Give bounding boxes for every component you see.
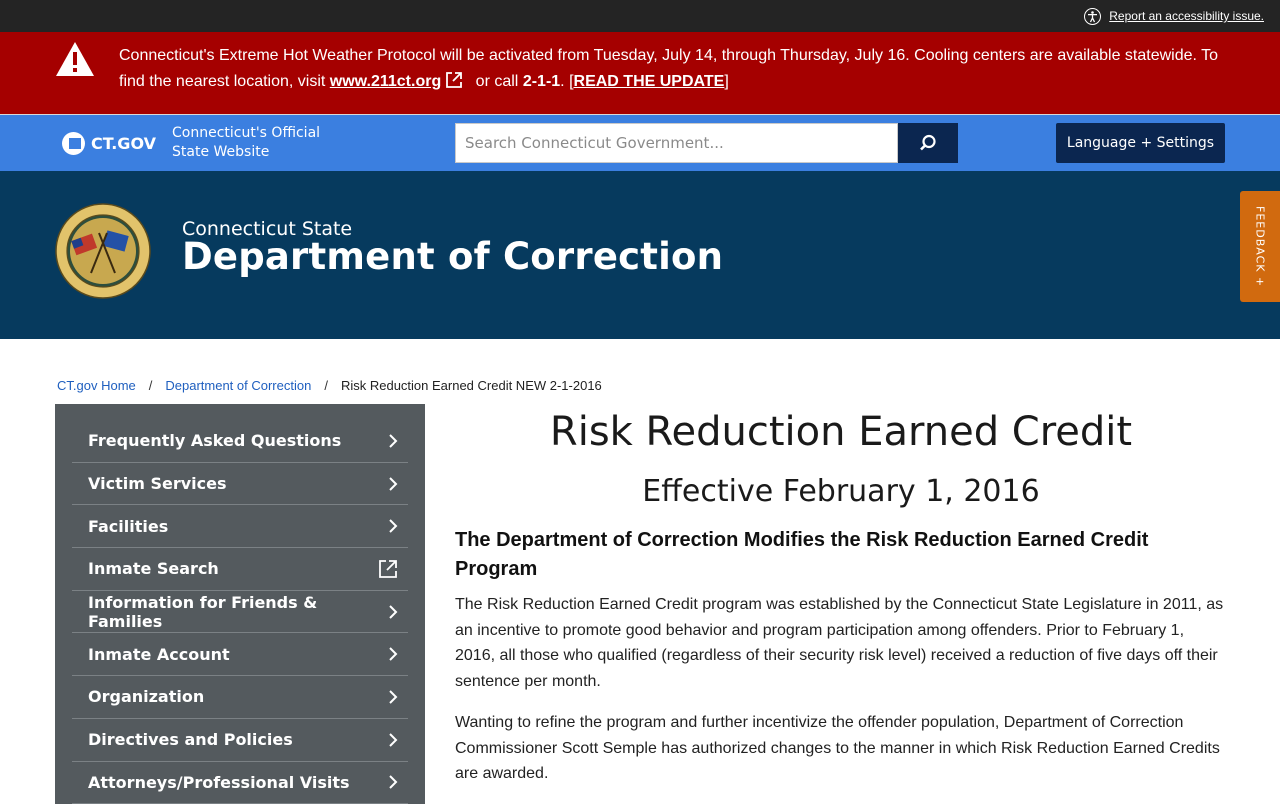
- chevron-right-icon: [388, 732, 398, 748]
- read-update-link[interactable]: READ THE UPDATE: [574, 73, 725, 90]
- ct-gov-tagline: Connecticut's Official State Website: [172, 124, 320, 162]
- sidebar-item-organization[interactable]: Organization: [72, 676, 408, 719]
- search-form: [455, 123, 958, 163]
- sidebar-item-label: Facilities: [88, 517, 168, 536]
- sidebar-item-facilities[interactable]: Facilities: [72, 505, 408, 548]
- department-seal-icon: [55, 203, 151, 299]
- utility-bar: Report an accessibility issue.: [0, 0, 1280, 32]
- body-paragraph: Wanting to refine the program and furthe…: [455, 710, 1227, 787]
- tagline-line-1: Connecticut's Official: [172, 124, 320, 143]
- feedback-label: FEEDBACK +: [1254, 206, 1267, 287]
- accessibility-link-label: Report an accessibility issue.: [1109, 9, 1264, 23]
- tagline-line-2: State Website: [172, 143, 320, 162]
- breadcrumb-separator: /: [324, 378, 328, 393]
- breadcrumb-home-link[interactable]: CT.gov Home: [57, 378, 136, 393]
- sidebar-nav: Frequently Asked Questions Victim Servic…: [55, 404, 425, 804]
- sidebar-item-inmate-search[interactable]: Inmate Search: [72, 548, 408, 591]
- chevron-right-icon: [388, 604, 398, 620]
- sidebar-item-victim-services[interactable]: Victim Services: [72, 463, 408, 506]
- main-content: Risk Reduction Earned Credit Effective F…: [455, 405, 1227, 787]
- accessibility-report-link[interactable]: Report an accessibility issue.: [1084, 8, 1264, 25]
- external-link-icon: [445, 71, 463, 89]
- chevron-right-icon: [388, 774, 398, 790]
- chevron-right-icon: [388, 518, 398, 534]
- sidebar-item-friends-families[interactable]: Information for Friends & Families: [72, 591, 408, 634]
- language-settings-button[interactable]: Language + Settings: [1056, 123, 1225, 163]
- agency-header: Connecticut State Department of Correcti…: [0, 171, 1280, 339]
- breadcrumb-current: Risk Reduction Earned Credit NEW 2-1-201…: [341, 378, 602, 393]
- chevron-right-icon: [388, 689, 398, 705]
- sidebar-item-label: Frequently Asked Questions: [88, 431, 341, 450]
- sidebar-item-label: Directives and Policies: [88, 730, 293, 749]
- external-link-icon: [378, 559, 398, 579]
- accessibility-icon: [1084, 8, 1101, 25]
- chevron-right-icon: [388, 476, 398, 492]
- section-heading: The Department of Correction Modifies th…: [455, 526, 1227, 584]
- breadcrumb-department-link[interactable]: Department of Correction: [165, 378, 311, 393]
- search-button[interactable]: [898, 123, 958, 163]
- feedback-tab[interactable]: FEEDBACK +: [1240, 191, 1280, 302]
- ct-gov-logo[interactable]: CT.GOV: [62, 132, 156, 155]
- alert-banner: Connecticut's Extreme Hot Weather Protoc…: [0, 32, 1280, 115]
- warning-icon: [55, 41, 95, 77]
- chevron-right-icon: [388, 433, 398, 449]
- sidebar-item-label: Inmate Account: [88, 645, 230, 664]
- sidebar-item-label: Information for Friends & Families: [88, 593, 388, 631]
- ct-gov-bar: CT.GOV Connecticut's Official State Webs…: [0, 115, 1280, 171]
- agency-title[interactable]: Department of Correction: [182, 235, 723, 278]
- sidebar-item-faq[interactable]: Frequently Asked Questions: [72, 420, 408, 463]
- alert-close-bracket: ]: [724, 73, 728, 90]
- body-paragraph: The Risk Reduction Earned Credit program…: [455, 592, 1227, 695]
- ct-gov-logo-icon: [62, 132, 85, 155]
- ct-gov-logo-text: CT.GOV: [91, 134, 156, 153]
- sidebar-item-label: Attorneys/Professional Visits: [88, 773, 350, 792]
- breadcrumb: CT.gov Home / Department of Correction /…: [57, 378, 602, 393]
- sidebar-item-attorneys-visits[interactable]: Attorneys/Professional Visits: [72, 762, 408, 804]
- sidebar-item-inmate-account[interactable]: Inmate Account: [72, 633, 408, 676]
- alert-phone: 2-1-1: [523, 73, 560, 90]
- sidebar-item-label: Victim Services: [88, 474, 226, 493]
- alert-211-link-label: www.211ct.org: [330, 73, 441, 90]
- page-subtitle: Effective February 1, 2016: [455, 472, 1227, 512]
- alert-message: Connecticut's Extreme Hot Weather Protoc…: [119, 43, 1240, 95]
- chevron-right-icon: [388, 646, 398, 662]
- sidebar-item-label: Organization: [88, 687, 204, 706]
- search-icon: [919, 134, 937, 152]
- alert-text-after: . [: [560, 73, 573, 90]
- sidebar-item-label: Inmate Search: [88, 559, 219, 578]
- search-input[interactable]: [455, 123, 898, 163]
- sidebar-item-directives-policies[interactable]: Directives and Policies: [72, 719, 408, 762]
- page-title: Risk Reduction Earned Credit: [455, 405, 1227, 459]
- alert-211-link[interactable]: www.211ct.org: [330, 73, 471, 90]
- alert-text-mid: or call: [471, 73, 523, 90]
- breadcrumb-separator: /: [149, 378, 153, 393]
